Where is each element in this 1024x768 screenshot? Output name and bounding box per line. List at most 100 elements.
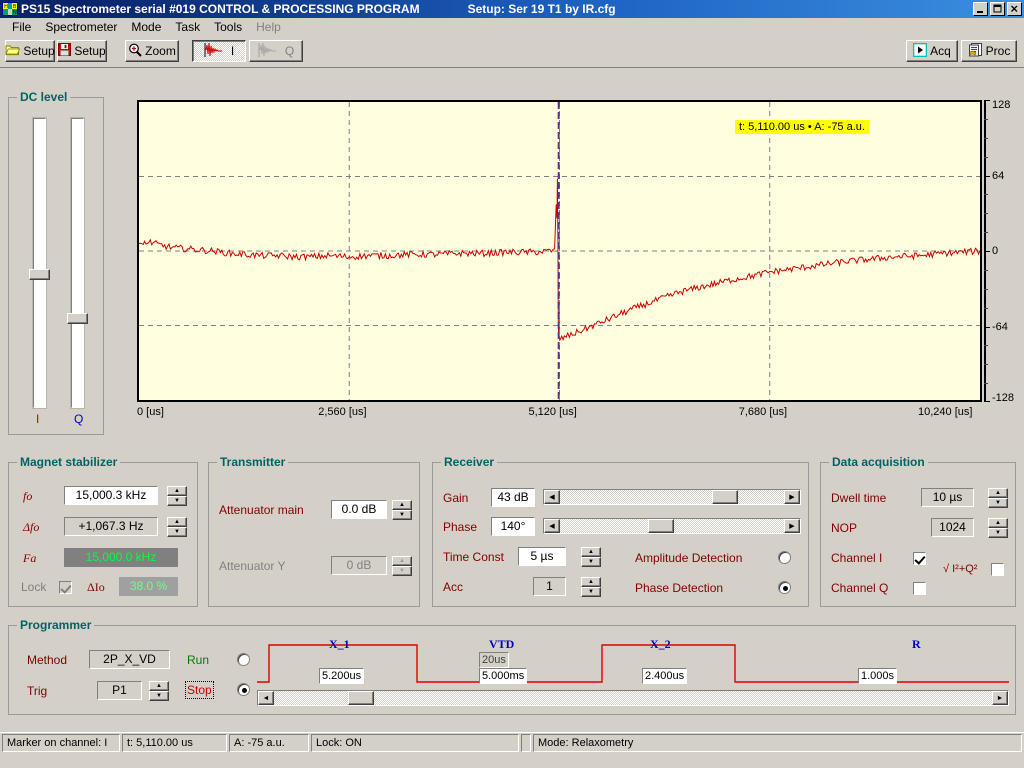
phase-slider-right-arrow[interactable]: ▶ bbox=[784, 519, 800, 533]
acc-stepper[interactable]: ▲ ▼ bbox=[581, 577, 601, 597]
signal-plot[interactable]: t: 5,110.00 us • A: -75 a.u. bbox=[137, 100, 982, 402]
fo-field[interactable]: 15,000.3 kHz bbox=[63, 485, 159, 506]
menu-file[interactable]: File bbox=[5, 19, 38, 35]
y-axis-tick bbox=[984, 251, 990, 252]
y-axis: -128 -64 0 64 128 bbox=[984, 99, 1024, 404]
method-field[interactable]: 2P_X_VD bbox=[88, 649, 171, 670]
dwell-time-field[interactable]: 10 µs bbox=[920, 487, 975, 508]
gain-slider[interactable]: ◀ ▶ bbox=[543, 489, 801, 505]
x-axis-tick-label: 5,120 [us] bbox=[528, 406, 577, 418]
trig-stepper[interactable]: ▲ ▼ bbox=[149, 681, 169, 701]
minimize-button[interactable] bbox=[973, 2, 988, 16]
dc-level-i-slider[interactable] bbox=[32, 117, 47, 409]
channel-q-button: Q bbox=[249, 40, 303, 62]
save-setup-button[interactable]: Setup bbox=[57, 40, 107, 62]
phase-detection-radio[interactable] bbox=[778, 581, 791, 594]
channel-i-label: I bbox=[230, 44, 235, 58]
pulse-value-x2[interactable]: 2.400us bbox=[642, 668, 688, 684]
phase-field[interactable]: 140° bbox=[490, 516, 536, 537]
menu-spectrometer[interactable]: Spectrometer bbox=[38, 19, 124, 35]
pulse-value-vtd-step[interactable]: 20us bbox=[479, 652, 509, 668]
phase-slider-left-arrow[interactable]: ◀ bbox=[544, 519, 560, 533]
menu-help: Help bbox=[256, 20, 281, 34]
close-button[interactable] bbox=[1007, 2, 1022, 16]
stop-label: Stop bbox=[185, 681, 214, 699]
maximize-button[interactable] bbox=[990, 2, 1005, 16]
trig-field[interactable]: P1 bbox=[96, 680, 143, 701]
signal-plot-panel: t: 5,110.00 us • A: -75 a.u. -128 -64 0 64 1… bbox=[112, 92, 1014, 437]
open-setup-button[interactable]: Setup bbox=[5, 40, 55, 62]
pulse-value-vtd[interactable]: 5.000ms bbox=[479, 668, 528, 684]
menu-tools[interactable]: Tools bbox=[207, 19, 249, 35]
y-axis-minor-tick bbox=[984, 118, 988, 120]
y-axis-minor-tick bbox=[984, 307, 988, 309]
channel-q-checkbox[interactable] bbox=[912, 581, 927, 596]
stop-radio[interactable] bbox=[237, 683, 250, 696]
dc-level-legend: DC level bbox=[17, 90, 71, 104]
pulse-value-r[interactable]: 1.000s bbox=[858, 668, 898, 684]
y-axis-tick bbox=[984, 326, 990, 328]
dc-level-group: DC level I Q bbox=[8, 90, 104, 435]
nop-field[interactable]: 1024 bbox=[930, 517, 975, 538]
fo-stepper[interactable]: ▲ ▼ bbox=[167, 486, 187, 506]
run-radio[interactable] bbox=[237, 653, 250, 666]
y-axis-minor-tick bbox=[984, 137, 988, 139]
run-label: Run bbox=[187, 653, 210, 667]
method-label: Method bbox=[27, 653, 68, 667]
channel-i-button[interactable]: I bbox=[192, 40, 246, 62]
dfo-field[interactable]: +1,067.3 Hz bbox=[63, 516, 159, 537]
y-axis-minor-tick bbox=[984, 288, 988, 290]
document-proc-icon bbox=[968, 42, 983, 60]
pulse-value-x1[interactable]: 5.200us bbox=[319, 668, 365, 684]
phase-slider-thumb[interactable] bbox=[648, 519, 674, 533]
lock-checkbox[interactable] bbox=[58, 580, 73, 595]
dc-level-q-slider[interactable] bbox=[70, 117, 85, 409]
magnet-stabilizer-legend: Magnet stabilizer bbox=[17, 455, 121, 469]
gain-label: Gain bbox=[443, 491, 469, 505]
magnitude-checkbox[interactable] bbox=[990, 562, 1005, 577]
proc-label: Proc bbox=[985, 44, 1011, 58]
status-lock: Lock: ON bbox=[311, 733, 519, 752]
dc-level-q-thumb[interactable] bbox=[67, 313, 88, 325]
dc-level-i-thumb[interactable] bbox=[29, 268, 50, 280]
y-axis-tick-label: -64 bbox=[992, 320, 1008, 333]
fa-label: Fa bbox=[23, 551, 37, 565]
proc-button[interactable]: Proc bbox=[961, 40, 1017, 62]
acc-field[interactable]: 1 bbox=[532, 576, 567, 597]
pulse-diagram-scrollbar[interactable]: ◄ ► bbox=[257, 690, 1009, 706]
y-axis-tick-label: 64 bbox=[992, 169, 1005, 182]
attenuator-y-stepper: ▲ ▼ bbox=[392, 556, 412, 576]
pulse-scroll-right-arrow[interactable]: ► bbox=[992, 691, 1008, 705]
status-mode: Mode: Relaxometry bbox=[533, 733, 1022, 752]
waveform-q-icon bbox=[258, 42, 282, 61]
zoom-button[interactable]: Zoom bbox=[125, 40, 179, 62]
channel-i-checkbox[interactable] bbox=[912, 551, 927, 566]
dfo-stepper[interactable]: ▲ ▼ bbox=[167, 517, 187, 537]
attenuator-main-field[interactable]: 0.0 dB bbox=[330, 499, 388, 520]
time-const-stepper[interactable]: ▲ ▼ bbox=[581, 547, 601, 567]
dwell-time-label: Dwell time bbox=[831, 491, 887, 505]
pulse-scroll-left-arrow[interactable]: ◄ bbox=[258, 691, 274, 705]
pulse-label-r: R bbox=[912, 637, 921, 651]
y-axis-minor-tick bbox=[984, 364, 988, 366]
transmitter-legend: Transmitter bbox=[217, 455, 289, 469]
amplitude-detection-radio[interactable] bbox=[778, 551, 791, 564]
menu-mode[interactable]: Mode bbox=[124, 19, 168, 35]
toolbar: Setup Setup Zoom I Q Acq Proc bbox=[0, 36, 1024, 68]
gain-field[interactable]: 43 dB bbox=[490, 487, 536, 508]
pulse-scroll-thumb[interactable] bbox=[348, 691, 374, 705]
time-const-field[interactable]: 5 µs bbox=[517, 546, 567, 567]
dwell-time-stepper[interactable]: ▲ ▼ bbox=[988, 488, 1008, 508]
phase-slider[interactable]: ◀ ▶ bbox=[543, 518, 801, 534]
zoom-label: Zoom bbox=[145, 44, 176, 58]
pulse-sequence-diagram[interactable]: X_1 VTD X_2 R 5.200us 20us 5.000ms 2.400… bbox=[257, 634, 1009, 692]
nop-stepper[interactable]: ▲ ▼ bbox=[988, 518, 1008, 538]
gain-slider-right-arrow[interactable]: ▶ bbox=[784, 490, 800, 504]
attenuator-main-stepper[interactable]: ▲ ▼ bbox=[392, 500, 412, 520]
menu-task[interactable]: Task bbox=[168, 19, 207, 35]
acc-label: Acc bbox=[443, 580, 464, 594]
gain-slider-thumb[interactable] bbox=[712, 490, 738, 504]
receiver-group: Receiver Gain 43 dB ◀ ▶ Phase 140° ◀ ▶ T… bbox=[432, 455, 809, 607]
gain-slider-left-arrow[interactable]: ◀ bbox=[544, 490, 560, 504]
acq-button[interactable]: Acq bbox=[906, 40, 958, 62]
